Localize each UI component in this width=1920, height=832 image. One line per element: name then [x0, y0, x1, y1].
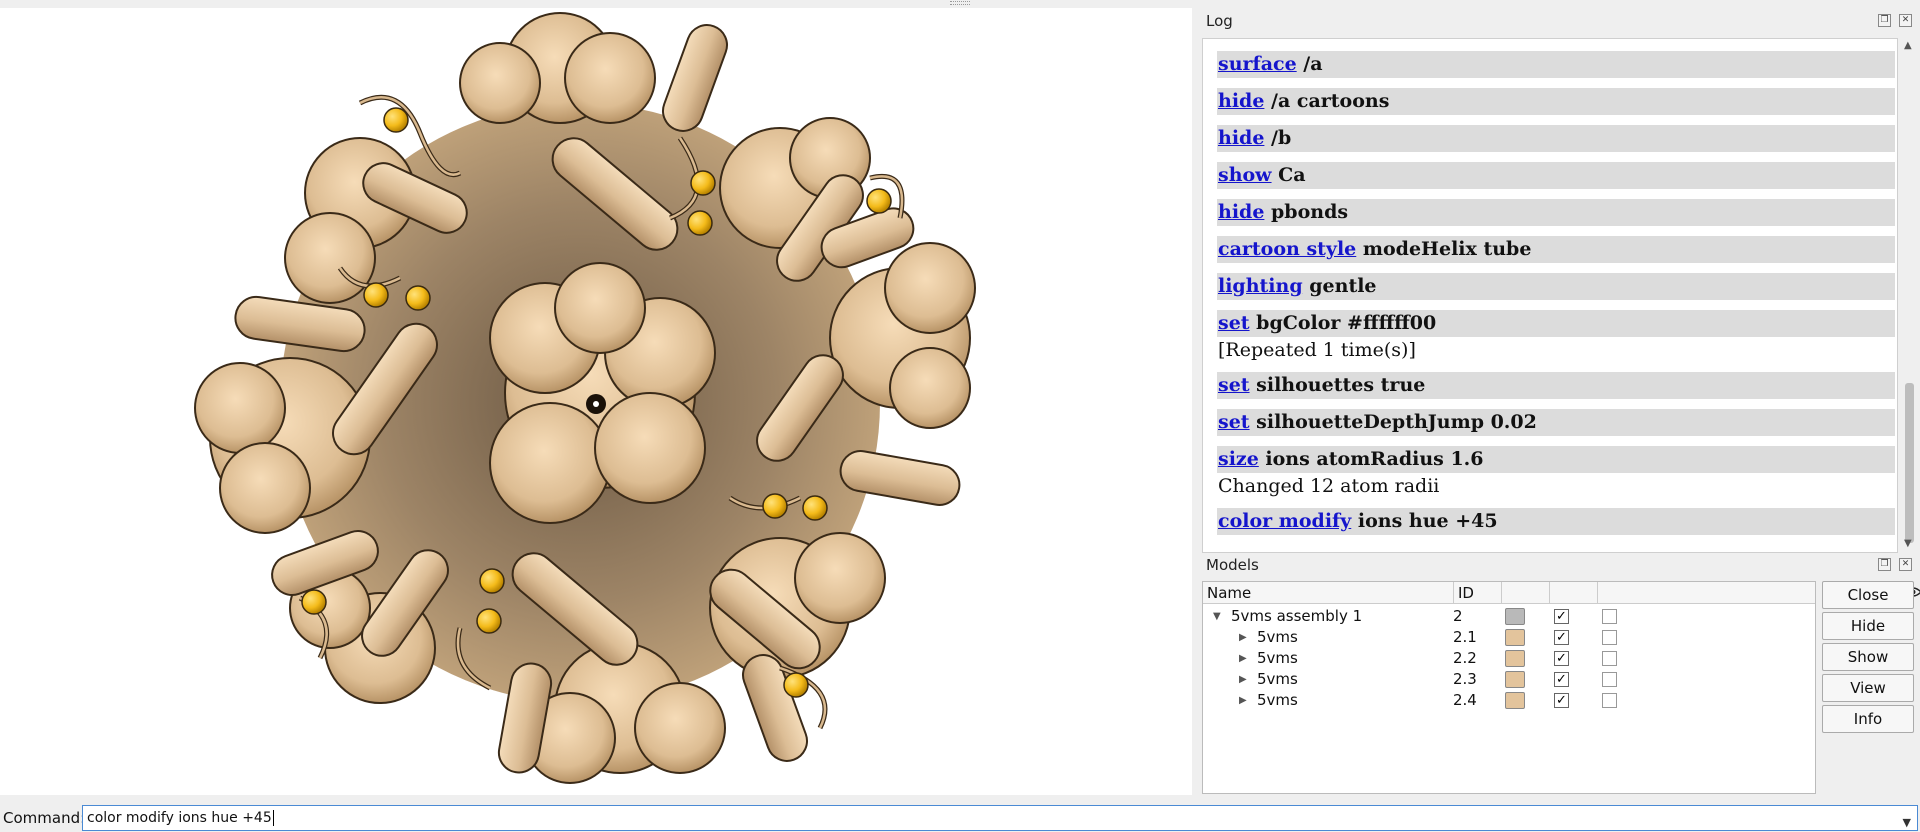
model-color-swatch[interactable]: [1505, 608, 1525, 625]
log-scrollbar[interactable]: ▲ ▼: [1902, 38, 1916, 553]
log-entry: surface /a: [1217, 51, 1895, 78]
log-command-link[interactable]: cartoon style: [1218, 238, 1356, 260]
select-checkbox[interactable]: [1602, 630, 1617, 645]
hide-button[interactable]: Hide: [1822, 612, 1914, 640]
log-command-link[interactable]: lighting: [1218, 275, 1303, 297]
log-entry: set silhouettes true: [1217, 372, 1895, 399]
log-entry: show Ca: [1217, 162, 1895, 189]
log-command-link[interactable]: surface: [1218, 53, 1297, 75]
scroll-up-icon[interactable]: ▲: [1904, 40, 1912, 51]
models-title: Models: [1206, 556, 1259, 574]
log-entry: cartoon style modeHelix tube: [1217, 236, 1895, 263]
command-label: Command:: [3, 809, 86, 827]
log-command-link[interactable]: size: [1218, 448, 1259, 470]
model-row[interactable]: ▶ 5vms 2.3 ✓: [1203, 669, 1815, 690]
info-button[interactable]: Info: [1822, 705, 1914, 733]
column-header-color[interactable]: [1502, 582, 1550, 604]
log-entry: color modify ions hue +45: [1217, 508, 1895, 535]
log-title: Log: [1206, 12, 1233, 30]
close-panel-icon[interactable]: ✕: [1899, 14, 1912, 27]
expand-arrow-icon[interactable]: ▶: [1239, 669, 1247, 690]
shown-checkbox[interactable]: ✓: [1554, 672, 1569, 687]
log-command-link[interactable]: color modify: [1218, 510, 1351, 532]
log-entry: hide /a cartoons: [1217, 88, 1895, 115]
collapse-arrow-icon[interactable]: ▼: [1213, 606, 1221, 627]
model-color-swatch[interactable]: [1505, 692, 1525, 709]
shown-checkbox[interactable]: ✓: [1554, 609, 1569, 624]
log-changed-note: Changed 12 atom radii: [1218, 475, 1440, 497]
log-command-link[interactable]: set: [1218, 411, 1250, 433]
log-panel: Log ❐ ✕ surface /a hide /a cartoons hide…: [1196, 8, 1920, 553]
log-command-link[interactable]: hide: [1218, 201, 1264, 223]
select-checkbox[interactable]: [1602, 693, 1617, 708]
scroll-down-icon[interactable]: ▼: [1904, 538, 1912, 549]
float-panel-icon[interactable]: ❐: [1878, 14, 1891, 27]
history-dropdown-icon[interactable]: ▼: [1903, 811, 1911, 832]
3d-viewer[interactable]: [0, 8, 1192, 795]
expand-arrow-icon[interactable]: ▶: [1239, 690, 1247, 711]
shown-checkbox[interactable]: ✓: [1554, 693, 1569, 708]
command-text: color modify ions hue +45: [87, 810, 272, 826]
models-table: Name ID ▼ 5vms assembly 1 2 ✓ ▶ 5vms 2.1: [1202, 581, 1920, 794]
log-content: surface /a hide /a cartoons hide /b show…: [1202, 38, 1898, 553]
models-panel: Models ❐ ✕ Name ID ▼ 5vms assembly 1 2 ✓: [1196, 552, 1920, 798]
splitter-handle[interactable]: [950, 1, 970, 5]
log-command-link[interactable]: set: [1218, 374, 1250, 396]
log-command-link[interactable]: hide: [1218, 90, 1264, 112]
model-row[interactable]: ▶ 5vms 2.4 ✓: [1203, 690, 1815, 711]
log-entry: hide /b: [1217, 125, 1895, 152]
view-button[interactable]: View: [1822, 674, 1914, 702]
model-color-swatch[interactable]: [1505, 650, 1525, 667]
close-button[interactable]: Close: [1822, 581, 1914, 609]
shown-checkbox[interactable]: ✓: [1554, 651, 1569, 666]
select-checkbox[interactable]: [1602, 651, 1617, 666]
model-color-swatch[interactable]: [1505, 671, 1525, 688]
command-input[interactable]: color modify ions hue +45 ▼: [82, 805, 1918, 831]
column-header-name[interactable]: Name: [1203, 582, 1454, 604]
log-command-link[interactable]: set: [1218, 312, 1250, 334]
column-header-id[interactable]: ID: [1454, 582, 1502, 604]
log-entry: lighting gentle: [1217, 273, 1895, 300]
select-checkbox[interactable]: [1602, 609, 1617, 624]
expand-arrow-icon[interactable]: ▶: [1239, 648, 1247, 669]
model-row[interactable]: ▼ 5vms assembly 1 2 ✓: [1203, 606, 1815, 627]
model-row[interactable]: ▶ 5vms 2.2 ✓: [1203, 648, 1815, 669]
column-header-select[interactable]: [1598, 582, 1815, 604]
log-entry: size ions atomRadius 1.6: [1217, 446, 1895, 473]
model-row[interactable]: ▶ 5vms 2.1 ✓: [1203, 627, 1815, 648]
log-command-link[interactable]: show: [1218, 164, 1272, 186]
log-entry: set silhouetteDepthJump 0.02: [1217, 409, 1895, 436]
model-color-swatch[interactable]: [1505, 629, 1525, 646]
scroll-thumb[interactable]: [1905, 383, 1914, 543]
select-checkbox[interactable]: [1602, 672, 1617, 687]
column-header-shown[interactable]: [1550, 582, 1920, 604]
show-button[interactable]: Show: [1822, 643, 1914, 671]
log-entry: set bgColor #ffffff00: [1217, 310, 1895, 337]
command-bar: Command: color modify ions hue +45 ▼: [0, 802, 1920, 832]
close-panel-icon[interactable]: ✕: [1899, 558, 1912, 571]
log-entry: hide pbonds: [1217, 199, 1895, 226]
float-panel-icon[interactable]: ❐: [1878, 558, 1891, 571]
log-command-link[interactable]: hide: [1218, 127, 1264, 149]
shown-checkbox[interactable]: ✓: [1554, 630, 1569, 645]
log-repeated-note: [Repeated 1 time(s)]: [1218, 339, 1416, 361]
expand-arrow-icon[interactable]: ▶: [1239, 627, 1247, 648]
